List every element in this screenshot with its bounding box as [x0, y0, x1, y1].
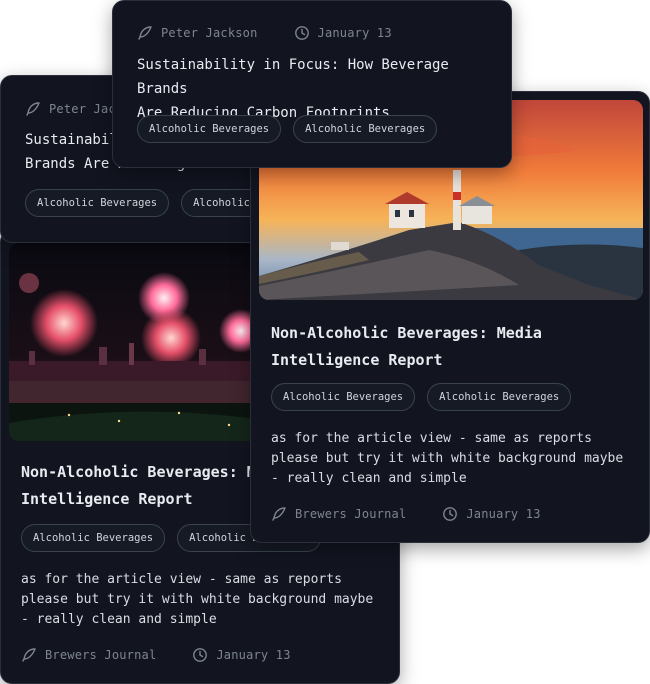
source-name[interactable]: Brewers Journal — [45, 648, 156, 662]
publish-date: January 13 — [317, 26, 392, 40]
clock-icon — [442, 506, 458, 522]
article-meta: Brewers Journal January 13 — [271, 506, 541, 522]
tag-chip[interactable]: Alcoholic Beverages — [21, 524, 166, 552]
publish-date: January 13 — [466, 507, 541, 521]
tag-list: Alcoholic Beverages Alcoholic Beverages — [271, 383, 572, 411]
description-line: as for the article view - same as report… — [21, 572, 342, 587]
article-title-line: Sustainability in Focus: How Beverage Br… — [137, 57, 449, 97]
tag-chip[interactable]: Alcoholic Beverages — [271, 383, 416, 411]
article-meta: Peter Jackson January 13 — [137, 25, 392, 41]
article-description: as for the article view - same as report… — [271, 429, 646, 489]
author-name[interactable]: Peter Jackson — [161, 26, 258, 40]
description-line: please but try it with white background … — [271, 451, 624, 466]
feather-icon — [137, 25, 153, 41]
article-title-line: Intelligence Report — [271, 351, 443, 369]
tag-chip[interactable]: Alcoholic Beverages — [25, 189, 170, 217]
article-card-top[interactable]: Peter Jackson January 13 Sustainability … — [112, 0, 512, 168]
publish-date: January 13 — [216, 648, 291, 662]
tag-list: Alcoholic Beverages Alcoholic Beverages — [137, 115, 438, 143]
article-description: as for the article view - same as report… — [21, 570, 396, 630]
tag-chip[interactable]: Alcoholic Beverages — [427, 383, 572, 411]
article-title-line: Non-Alcoholic Beverages: Media — [271, 324, 542, 342]
description-line: as for the article view - same as report… — [271, 431, 592, 446]
feather-icon — [271, 506, 287, 522]
clock-icon — [294, 25, 310, 41]
article-title[interactable]: Non-Alcoholic Beverages: Media Intellige… — [271, 320, 641, 374]
tag-chip[interactable]: Alcoholic Beverages — [293, 115, 438, 143]
article-meta: Brewers Journal January 13 — [21, 647, 291, 663]
article-title-line: Intelligence Report — [21, 490, 193, 508]
source-name[interactable]: Brewers Journal — [295, 507, 406, 521]
description-line: - really clean and simple — [21, 612, 217, 627]
clock-icon — [192, 647, 208, 663]
feather-icon — [25, 101, 41, 117]
feather-icon — [21, 647, 37, 663]
description-line: - really clean and simple — [271, 471, 467, 486]
description-line: please but try it with white background … — [21, 592, 374, 607]
tag-chip[interactable]: Alcoholic Beverages — [137, 115, 282, 143]
